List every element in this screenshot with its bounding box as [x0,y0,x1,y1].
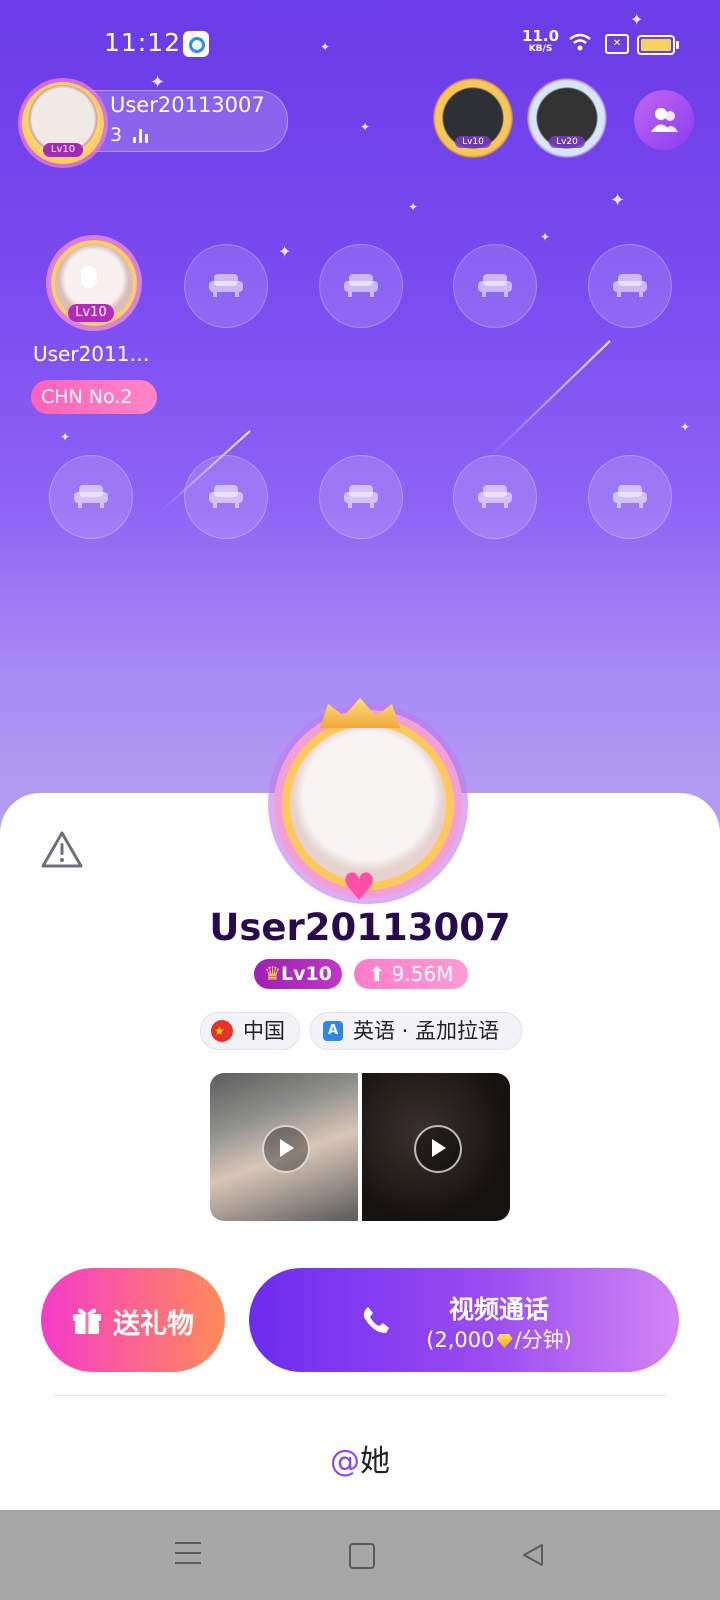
star-decoration: ✦ [610,190,626,211]
send-gift-label: 送礼物 [113,1309,194,1340]
at-symbol: @ [330,1444,360,1479]
audio-bars-icon [133,127,151,143]
empty-seat[interactable] [319,244,403,328]
empty-seat[interactable] [453,244,537,328]
empty-seat[interactable] [319,455,403,539]
video-call-price: (2,000/分钟) [399,1324,599,1354]
video-call-title: 视频通话 [448,1295,549,1324]
call-price-unit: /分钟) [514,1328,572,1352]
crown-frame-icon [320,698,400,728]
star-decoration: ✦ [60,430,71,444]
star-decoration: ✦ [408,200,419,214]
home-nav-icon[interactable] [349,1543,375,1569]
battery-icon [637,35,679,55]
system-navigation-bar [0,1510,720,1600]
empty-seat[interactable] [588,244,672,328]
empty-seat[interactable] [184,455,268,539]
sofa-icon [478,485,512,508]
host-avatar[interactable]: Lv10 [22,82,104,164]
sofa-icon [209,274,243,297]
crown-icon: ♛ [264,963,282,985]
empty-seat[interactable] [588,455,672,539]
host-level-badge: Lv10 [43,143,83,157]
occupied-seat[interactable]: Lv10 [33,232,149,338]
wifi-icon [569,33,591,51]
empty-seat[interactable] [184,244,268,328]
status-time: 11:12 [104,28,182,57]
host-audience-count: 3 [110,124,123,146]
profile-video-thumbnail[interactable] [210,1073,358,1221]
send-gift-button[interactable]: 送礼物 [41,1268,225,1372]
star-decoration: ✦ [680,420,691,434]
sofa-icon [74,485,108,508]
sofa-icon [613,274,647,297]
mention-button[interactable]: @她 [0,1436,720,1480]
heart-frame-icon: ♥ [342,865,377,909]
call-price-amount: (2,000 [426,1328,495,1352]
star-decoration: ✦ [540,230,551,244]
arrow-up-icon: ⬆ [368,962,386,986]
seat-level-badge: Lv10 [68,304,114,322]
back-nav-icon[interactable] [520,1542,546,1568]
profile-avatar[interactable]: ♥ [264,698,456,906]
language-chip: A 英语 · 孟加拉语 [310,1012,522,1050]
sofa-icon [478,274,512,297]
divider [54,1395,666,1396]
play-icon [262,1125,310,1173]
mention-label: 她 [360,1444,390,1479]
top-viewer-avatar[interactable]: Lv20 [527,78,607,158]
play-icon [414,1125,462,1173]
profile-name: User20113007 [209,906,511,949]
star-decoration: ✦ [278,242,292,261]
seat-user-name: User2011… [33,342,150,366]
country-label: 中国 [243,1019,285,1043]
profile-wealth-text: 9.56M [391,962,454,986]
contacts-button[interactable] [634,90,694,150]
network-speed: 11.0 KB/S [522,29,559,56]
microphone-icon [81,266,97,288]
phone-icon [363,1307,389,1333]
china-flag-icon [211,1013,233,1049]
video-call-button[interactable]: 视频通话 (2,000/分钟) [249,1268,679,1372]
language-icon: A [323,1021,343,1041]
notification-app-icon [183,31,209,57]
contacts-icon [651,108,678,132]
no-sim-icon: ✕ [605,34,629,54]
profile-wealth-badge: ⬆ 9.56M [354,959,468,989]
top-viewer-level: Lv20 [549,136,585,148]
star-decoration: ✦ [360,120,371,134]
host-name: User20113007 [110,93,265,117]
sofa-icon [344,274,378,297]
languages-label: 英语 · 孟加拉语 [353,1019,500,1043]
top-viewer-level: Lv10 [455,136,491,148]
report-icon[interactable] [40,830,84,870]
empty-seat[interactable] [453,455,537,539]
country-chip: 中国 [200,1012,300,1050]
status-bar: 11:12 11.0 KB/S ✕ [0,0,720,90]
sofa-icon [344,485,378,508]
diamond-icon [496,1334,513,1348]
seat-rank-badge: CHN No.2 [31,380,157,414]
sofa-icon [613,485,647,508]
top-viewer-avatar[interactable]: Lv10 [433,78,513,158]
profile-level-text: Lv10 [281,963,332,985]
menu-nav-icon[interactable] [175,1542,201,1564]
empty-seat[interactable] [49,455,133,539]
profile-video-thumbnail[interactable] [362,1073,510,1221]
gift-icon [73,1308,101,1334]
sofa-icon [209,485,243,508]
profile-level-badge: ♛Lv10 [254,959,342,989]
